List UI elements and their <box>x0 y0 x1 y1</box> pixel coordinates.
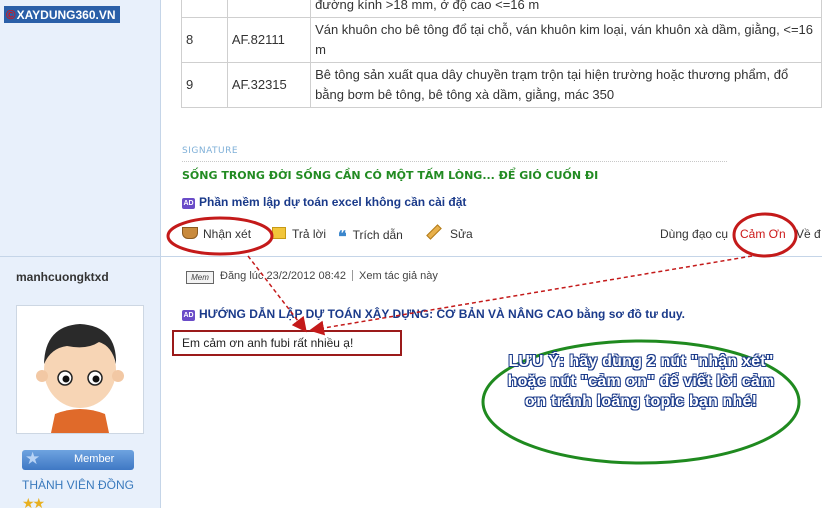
highlight-comment-ellipse <box>166 216 274 256</box>
arrow-line-from-comment <box>247 255 307 333</box>
highlight-thanks-ellipse <box>732 212 798 258</box>
annotation-overlay <box>166 212 801 465</box>
arrow-line-from-thanks <box>309 255 753 336</box>
annotation-note: LƯU Ý: hãy dùng 2 nút "nhận xét" hoặc nú… <box>507 353 775 410</box>
